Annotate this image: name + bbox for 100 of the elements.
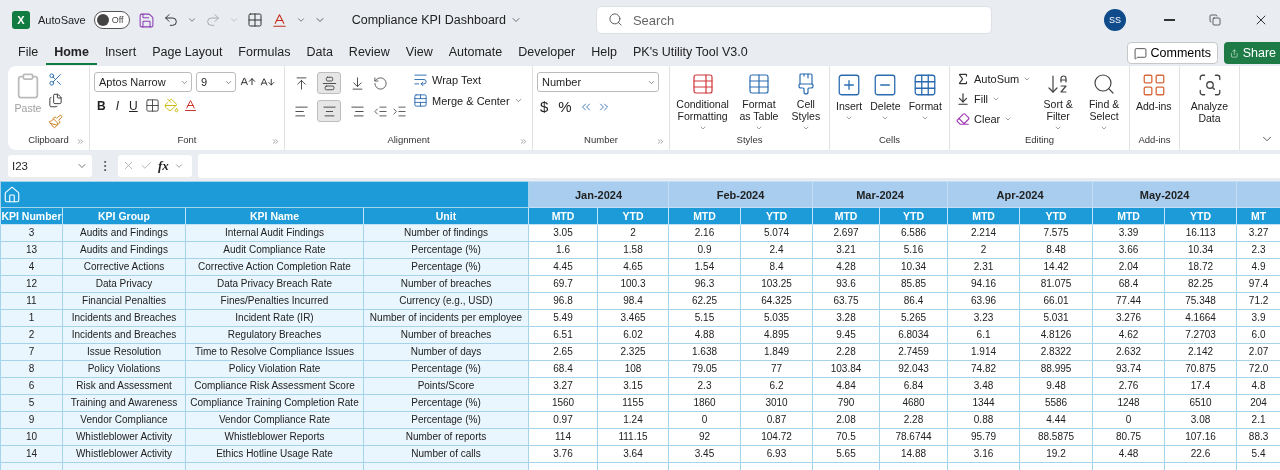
dialog-launcher-icon[interactable] (519, 137, 528, 146)
borders-icon[interactable] (246, 12, 263, 28)
orientation-icon[interactable] (373, 75, 388, 91)
ribbon-tab[interactable]: Formulas (230, 41, 299, 65)
group-label: Font (177, 134, 197, 147)
align-middle-icon (321, 75, 337, 91)
ribbon-tab[interactable]: View (397, 41, 441, 65)
decrease-indent-icon[interactable] (373, 103, 388, 119)
styles-button[interactable]: Conditional Formatting (674, 72, 732, 132)
font-color-icon[interactable] (270, 11, 288, 29)
ribbon-tab[interactable]: Automate (440, 41, 511, 65)
app-logo: X (12, 11, 30, 29)
search-icon (607, 12, 623, 27)
caret-icon (698, 124, 707, 132)
table-format-icon (747, 72, 771, 96)
toggle-knob (96, 14, 109, 26)
number-format-button[interactable]: $ (537, 98, 552, 115)
vertical-align-button[interactable] (317, 72, 341, 94)
editing-button[interactable]: AutoSum (954, 72, 1034, 86)
insert-function-button[interactable]: fx (158, 157, 169, 174)
group-label: Number (584, 134, 618, 147)
increase-indent-icon[interactable] (392, 103, 407, 119)
group-label: Styles (736, 134, 763, 147)
merge-center-button[interactable]: Merge & Center (411, 93, 525, 108)
eraser-icon (956, 112, 970, 126)
home-icon[interactable] (3, 185, 21, 204)
scissors-icon[interactable] (48, 72, 63, 87)
name-box[interactable]: I23 (8, 154, 92, 177)
group-label: Clipboard (28, 134, 69, 147)
button-label: Format as Table (738, 98, 780, 122)
font-style-button[interactable]: U (126, 98, 141, 113)
save-icon[interactable] (137, 11, 155, 29)
add-ins-button[interactable]: Add-ins (1134, 72, 1174, 112)
check-icon[interactable] (140, 159, 153, 172)
undo-icon[interactable] (162, 12, 179, 28)
ribbon-tab[interactable]: File (10, 41, 47, 65)
caret-icon[interactable] (186, 15, 197, 25)
editing-button[interactable]: Fill (954, 92, 1003, 106)
caret-icon (801, 124, 810, 132)
dialog-launcher-icon[interactable] (76, 137, 85, 146)
number-format-dropdown[interactable]: Number (537, 72, 659, 92)
horizontal-align-button[interactable] (317, 100, 341, 122)
editing-button[interactable]: Find & Select (1083, 72, 1125, 132)
ribbon-tab[interactable]: Developer (510, 41, 584, 65)
cells-button[interactable]: Insert (834, 72, 865, 122)
dialog-launcher-icon[interactable] (656, 137, 665, 146)
align-right-icon (349, 103, 365, 119)
button-label: Conditional Formatting (676, 98, 730, 122)
styles-button[interactable]: Cell Styles (786, 72, 825, 132)
dialog-launcher-icon[interactable] (271, 137, 280, 146)
cells-button[interactable]: Format (906, 72, 944, 122)
user-avatar[interactable]: SS (1104, 9, 1126, 31)
ribbon-tab[interactable]: Review (340, 41, 398, 65)
fill-color-icon[interactable] (163, 98, 179, 113)
editing-button[interactable]: Sort & Filter (1037, 72, 1080, 132)
copy-icon[interactable] (48, 93, 63, 108)
button-label: Sort & Filter (1042, 98, 1074, 122)
caret-icon (1023, 75, 1032, 83)
font-style-button[interactable]: B (94, 98, 109, 113)
ribbon-tab[interactable]: Data (298, 41, 341, 65)
month-header: Mar-2024 (812, 181, 948, 208)
caret-icon[interactable] (295, 15, 306, 25)
share-icon (1230, 46, 1239, 60)
number-format-button[interactable]: % (555, 98, 575, 115)
share-button[interactable]: Share (1224, 42, 1280, 64)
font-name-dropdown[interactable]: Aptos Narrow (94, 72, 192, 92)
ribbon-tab[interactable]: PK's Utility Tool V3.0 (624, 41, 756, 65)
autosave-toggle[interactable]: Off (93, 11, 130, 29)
comments-button[interactable]: Comments (1126, 42, 1218, 64)
wrap-text-button[interactable]: Wrap Text (411, 72, 484, 87)
font-size-dropdown[interactable]: 9 (196, 72, 236, 92)
cells-button[interactable]: Delete (868, 72, 903, 122)
sigma-icon (956, 72, 970, 86)
ribbon-tab[interactable]: Help (583, 41, 625, 65)
analyze-data-button[interactable]: Analyze Data (1184, 72, 1235, 124)
search-field[interactable]: Search (595, 6, 992, 34)
cancel-icon[interactable] (122, 159, 135, 172)
ribbon-tab[interactable]: Page Layout (144, 41, 231, 65)
group-label: Cells (878, 134, 901, 147)
caret-icon (1100, 124, 1109, 132)
format-painter-icon[interactable] (48, 114, 63, 129)
month-header: May-2024 (1092, 181, 1237, 208)
caret-icon (921, 114, 930, 122)
borders-icon[interactable] (144, 98, 160, 113)
styles-button[interactable]: Format as Table (735, 72, 783, 132)
caret-icon (1004, 115, 1013, 123)
editing-button[interactable]: Clear (954, 112, 1015, 126)
conditional-formatting-icon (690, 72, 715, 96)
caret-icon (513, 96, 523, 105)
autosave-label: AutoSave (38, 14, 86, 26)
button-label: Find & Select (1087, 98, 1121, 122)
ribbon-tab[interactable]: Insert (96, 41, 145, 65)
merge-cells-icon (413, 93, 428, 108)
group-label: Editing (1024, 134, 1055, 147)
minimize-icon (1163, 19, 1175, 21)
wrap-text-icon (413, 72, 428, 87)
document-title[interactable]: Compliance KPI Dashboard (351, 13, 522, 27)
font-style-button[interactable]: I (112, 98, 122, 113)
font-color-icon[interactable] (182, 98, 198, 113)
redo-icon[interactable] (204, 12, 221, 28)
